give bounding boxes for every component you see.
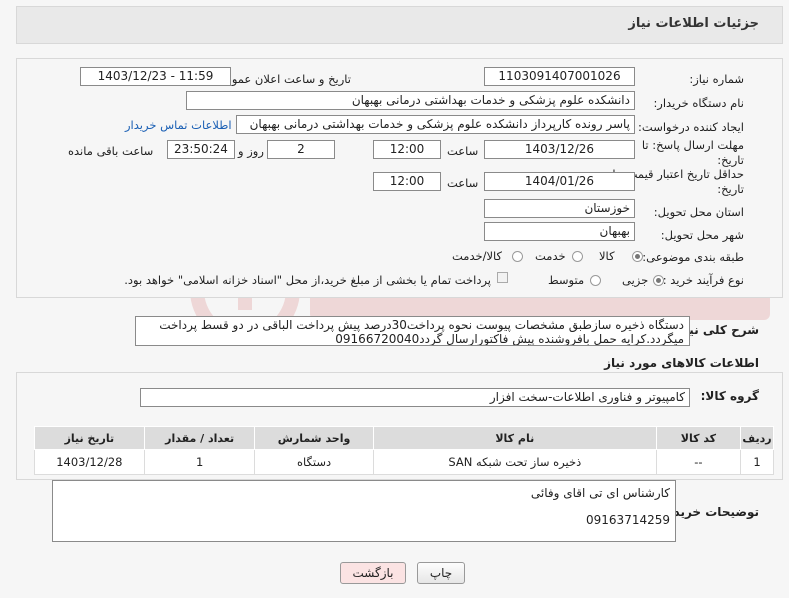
goods-section-title: اطلاعات کالاهای مورد نیاز [604, 356, 759, 370]
buyer-org-field: دانشکده علوم پزشکی و خدمات بهداشتی درمان… [186, 91, 635, 110]
cell-code: -- [655, 449, 742, 475]
remaining-label: ساعت باقی مانده [68, 144, 154, 158]
need-number-field: 1103091407001026 [484, 67, 635, 86]
category-radio-goods-service[interactable] [512, 251, 523, 262]
remaining-time-field: 23:50:24 [167, 140, 235, 159]
need-number-label: شماره نیاز: [689, 72, 744, 86]
goods-table: ردیف کد کالا نام کالا واحد شمارش تعداد /… [34, 426, 774, 475]
page-title: جزئیات اطلاعات نیاز [628, 16, 759, 31]
buyer-contact-link[interactable]: اطلاعات تماس خریدار [125, 118, 232, 132]
back-button[interactable]: بازگشت [340, 562, 406, 584]
deadline-date-field: 1403/12/26 [484, 140, 635, 159]
category-option-goods-service: کالا/خدمت [452, 249, 503, 263]
announce-label: تاریخ و ساعت اعلان عمومی: [212, 72, 351, 86]
category-label: طبقه بندی موضوعی: [642, 250, 744, 264]
goods-group-label: گروه کالا: [700, 389, 759, 403]
category-option-goods: کالا [599, 249, 615, 263]
buyer-notes-textarea: کارشناس ای تی اقای وفائی 09163714259 [52, 480, 676, 542]
process-type-label: نوع فرآیند خرید : [662, 273, 744, 287]
col-code: کد کالا [655, 426, 742, 450]
cell-row: 1 [740, 449, 774, 475]
cell-date: 1403/12/28 [34, 449, 145, 475]
col-qty: تعداد / مقدار [143, 426, 256, 450]
city-label: شهر محل تحویل: [660, 228, 744, 242]
process-option-medium: متوسط [548, 273, 585, 287]
deadline-label-date: تاریخ: [717, 153, 744, 167]
col-row: ردیف [740, 426, 774, 450]
min-price-date-field: 1404/01/26 [484, 172, 635, 191]
description-textarea: دستگاه ذخیره سازطبق مشخصات پیوست نحوه پر… [135, 316, 690, 346]
goods-group-field: کامپیوتر و فناوری اطلاعات-سخت افزار [140, 388, 690, 407]
print-button[interactable]: چاپ [417, 562, 465, 584]
process-radio-minor[interactable] [653, 275, 664, 286]
description-text: دستگاه ذخیره سازطبق مشخصات پیوست نحوه پر… [159, 318, 684, 346]
process-option-minor: جزیی [622, 273, 649, 287]
treasury-checkbox[interactable] [497, 272, 508, 283]
days-field: 2 [267, 140, 335, 159]
goods-table-header: ردیف کد کالا نام کالا واحد شمارش تعداد /… [34, 426, 774, 450]
table-row: 1 -- ذخیره ساز تحت شبکه SAN دستگاه 1 140… [34, 449, 774, 475]
category-radio-service[interactable] [572, 251, 583, 262]
cell-unit: دستگاه [254, 449, 374, 475]
category-option-service: خدمت [535, 249, 566, 263]
min-price-time-label: ساعت [447, 176, 479, 190]
deadline-time-label: ساعت [447, 144, 479, 158]
announce-date-field: 1403/12/23 - 11:59 [80, 67, 231, 86]
col-name: نام کالا [372, 426, 657, 450]
buyer-org-label: نام دستگاه خریدار: [653, 96, 744, 110]
buyer-notes-line1: کارشناس ای تی اقای وفائی [530, 486, 670, 500]
creator-field: پاسر رونده کارپرداز دانشکده علوم پزشکی و… [236, 115, 635, 134]
min-price-label-date: تاریخ: [717, 182, 744, 196]
deadline-time-field: 12:00 [373, 140, 441, 159]
province-label: استان محل تحویل: [653, 205, 744, 219]
creator-label: ایجاد کننده درخواست: [638, 120, 744, 134]
province-field: خوزستان [484, 199, 635, 218]
category-radio-goods[interactable] [632, 251, 643, 262]
cell-name: ذخیره ساز تحت شبکه SAN [372, 449, 657, 475]
cell-qty: 1 [143, 449, 256, 475]
col-date: تاریخ نیاز [34, 426, 145, 450]
payment-note: پرداخت تمام یا بخشی از مبلغ خرید،از محل … [124, 273, 491, 287]
deadline-label: مهلت ارسال پاسخ: تا [641, 138, 744, 152]
min-price-time-field: 12:00 [373, 172, 441, 191]
buyer-notes-line2: 09163714259 [586, 513, 670, 527]
col-unit: واحد شمارش [254, 426, 374, 450]
days-label: روز و [238, 144, 264, 158]
process-radio-medium[interactable] [590, 275, 601, 286]
city-field: بهبهان [484, 222, 635, 241]
